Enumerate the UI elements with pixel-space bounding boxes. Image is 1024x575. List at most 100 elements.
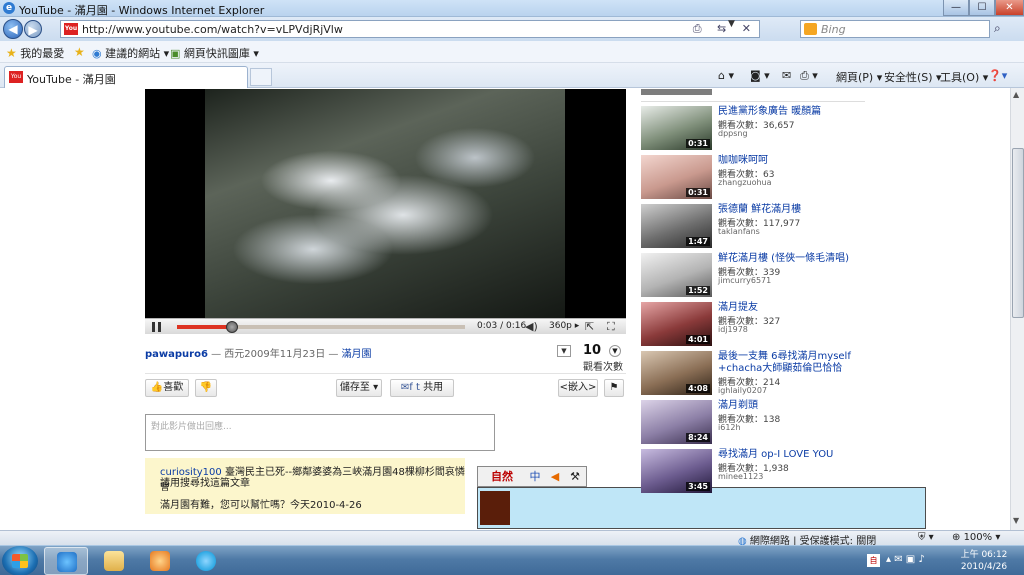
zoom-level[interactable]: ⊕ 100% ▾ (952, 532, 1000, 543)
search-icon[interactable]: ⌕ (994, 21, 1012, 37)
ime-punctuation-icon[interactable]: ◀ (546, 468, 564, 486)
taskbar-skype[interactable] (184, 547, 228, 575)
related-video-item[interactable]: 4:01 滿月提友 觀看次數：327 idj1978 (641, 302, 881, 348)
progress-handle[interactable] (226, 321, 238, 333)
thumbs-down-icon: 👎 (199, 382, 213, 393)
video-thumbnail[interactable]: 1:47 (641, 204, 712, 248)
video-uploader[interactable]: idj1978 (718, 325, 748, 334)
related-video-item[interactable]: 3:45 尋找滿月 op-I LOVE YOU 觀看次數：1,938 minee112… (641, 449, 881, 495)
media-player-icon (150, 551, 170, 571)
scroll-up-icon[interactable]: ▲ (1013, 90, 1019, 99)
taskbar-media-player[interactable] (138, 547, 182, 575)
feeds-icon[interactable]: ◙ ▾ (750, 69, 770, 82)
flag-button[interactable]: ⚑ (604, 379, 624, 397)
video-uploader[interactable]: ighlaily0207 (718, 386, 767, 395)
taskbar-explorer[interactable] (92, 547, 136, 575)
clock[interactable]: 上午 06:12 2010/4/26 (956, 549, 1012, 573)
save-to-button[interactable]: 儲存至 ▾ (336, 379, 382, 397)
tools-menu[interactable]: 工具(O) ▾ (940, 69, 988, 85)
video-thumbnail[interactable]: 4:01 (641, 302, 712, 346)
video-duration: 1:52 (686, 286, 710, 295)
video-thumbnail[interactable]: 0:31 (641, 155, 712, 199)
uploader-link[interactable]: pawapuro6 (145, 349, 208, 360)
video-thumbnail[interactable]: 8:24 (641, 400, 712, 444)
protected-mode-icon[interactable]: ⛨ ▾ (918, 532, 934, 543)
related-video-item[interactable]: 8:24 滿月剃頭 觀看次數：138 i612h (641, 400, 881, 446)
youtube-favicon-icon: You (9, 71, 23, 83)
fullscreen-icon[interactable]: ⛶ (607, 320, 615, 334)
video-uploader[interactable]: zhangzuohua (718, 178, 772, 187)
ime-toolbar[interactable]: 自然 中 ◀ ⚒ (477, 466, 587, 487)
video-title-link[interactable]: 民進黨形象廣告 暖顏篇 (718, 106, 878, 118)
new-tab-button[interactable] (250, 68, 272, 86)
related-video-item[interactable]: 4:08 最後一支舞 6尋找滿月myself +chacha大師顯茹倫巴恰恰 觀看次… (641, 351, 881, 397)
share-button[interactable]: ✉f t 共用 (390, 379, 454, 397)
video-thumbnail[interactable]: 3:45 (641, 449, 712, 493)
time-display: 0:03 / 0:16 (477, 321, 527, 331)
forward-button[interactable]: ▶ (24, 20, 42, 38)
pause-icon[interactable] (152, 322, 161, 332)
video-title-link[interactable]: 滿月剃頭 (718, 400, 878, 412)
video-uploader[interactable]: minee1123 (718, 472, 763, 481)
video-title-link[interactable]: 滿月提友 (718, 302, 878, 314)
video-player[interactable] (145, 89, 626, 318)
tab-youtube[interactable]: You YouTube - 滿月園 (4, 66, 248, 88)
mail-icon[interactable]: ✉ (782, 69, 791, 82)
video-uploader[interactable]: dppsng (718, 129, 748, 138)
video-title-link[interactable]: 咖咖咪呵呵 (718, 155, 878, 167)
like-button[interactable]: 👍喜歡 (145, 379, 189, 397)
video-title-link[interactable]: 鮮花滿月樓 (怪俠一條毛清唱) (718, 253, 878, 265)
home-icon[interactable]: ⌂ ▾ (718, 69, 734, 82)
suggested-sites-button[interactable]: ◉ 建議的網站 ▾ (92, 45, 169, 61)
close-button[interactable]: ✕ (995, 0, 1024, 16)
vertical-scrollbar[interactable]: ▲ ▼ (1010, 88, 1024, 530)
add-favorite-icon[interactable]: ★ (74, 45, 85, 59)
video-thumbnail[interactable]: 1:52 (641, 253, 712, 297)
page-menu[interactable]: 網頁(P) ▾ (836, 69, 882, 85)
address-tools-icons[interactable]: ⎙ ⇆ ✕ (693, 22, 757, 36)
related-video-item[interactable]: 0:31 咖咖咪呵呵 觀看次數：63 zhangzuohua (641, 155, 881, 201)
view-count-label: 觀看次數 (583, 362, 623, 373)
video-uploader[interactable]: jimcurry6571 (718, 276, 771, 285)
related-video-item[interactable]: 0:31 民進黨形象廣告 暖顏篇 觀看次數：36,657 dppsng (641, 106, 881, 152)
safety-menu[interactable]: 安全性(S) ▾ (884, 69, 942, 85)
start-button[interactable] (2, 546, 38, 575)
video-title-link[interactable]: 尋找滿月 op-I LOVE YOU (718, 449, 878, 461)
embed-button[interactable]: <嵌入> (558, 379, 598, 397)
video-thumbnail[interactable]: 0:31 (641, 106, 712, 150)
video-title-link[interactable]: 最後一支舞 6尋找滿月myself +chacha大師顯茹倫巴恰恰 (718, 351, 878, 375)
address-dropdown-icon[interactable]: ▼ (728, 19, 735, 29)
stats-expand-icon[interactable]: ▼ (609, 345, 621, 357)
video-uploader[interactable]: taklanfans (718, 227, 760, 236)
quality-selector[interactable]: 360p ▸ (549, 321, 579, 331)
ime-chinese-mode-icon[interactable]: 中 (526, 468, 544, 486)
dislike-button[interactable]: 👎 (195, 379, 217, 397)
search-box[interactable]: Bing (800, 20, 990, 38)
windows-logo-icon (12, 554, 28, 568)
video-duration: 4:08 (686, 384, 710, 393)
title-link[interactable]: 滿月園 (342, 349, 372, 360)
video-uploader[interactable]: i612h (718, 423, 741, 432)
print-icon[interactable]: ⎙ ▾ (800, 69, 818, 83)
tray-icons[interactable]: ▴ ✉ ▣ ♪ (886, 554, 925, 565)
ime-tray-icon[interactable]: 自 (867, 554, 880, 567)
video-title-link[interactable]: 張德蘭 鮮花滿月樓 (718, 204, 878, 216)
video-thumbnail[interactable]: 4:08 (641, 351, 712, 395)
back-button[interactable]: ◀ (3, 19, 23, 39)
maximize-button[interactable]: ☐ (969, 0, 995, 16)
minimize-button[interactable]: — (943, 0, 969, 16)
volume-icon[interactable]: ◀) (525, 320, 538, 333)
ime-tools-icon[interactable]: ⚒ (566, 468, 584, 486)
web-slice-gallery-button[interactable]: ▣ 網頁快訊圖庫 ▾ (170, 45, 259, 61)
favorites-button[interactable]: ★ 我的最愛 (6, 45, 64, 61)
address-bar[interactable]: You http://www.youtube.com/watch?v=vLPVd… (60, 20, 760, 38)
popout-icon[interactable]: ⇱ (585, 320, 594, 333)
related-video-item[interactable]: 1:52 鮮花滿月樓 (怪俠一條毛清唱) 觀看次數：339 jimcurry6571 (641, 253, 881, 299)
help-icon[interactable]: ❓▾ (988, 69, 1007, 82)
ime-logo-icon: 自然 (491, 470, 513, 483)
scroll-down-icon[interactable]: ▼ (1013, 516, 1019, 525)
info-expand-icon[interactable]: ▼ (557, 345, 571, 357)
related-video-item[interactable]: 1:47 張德蘭 鮮花滿月樓 觀看次數：117,977 taklanfans (641, 204, 881, 250)
scroll-thumb[interactable] (1012, 148, 1024, 318)
taskbar-ie[interactable] (44, 547, 88, 575)
